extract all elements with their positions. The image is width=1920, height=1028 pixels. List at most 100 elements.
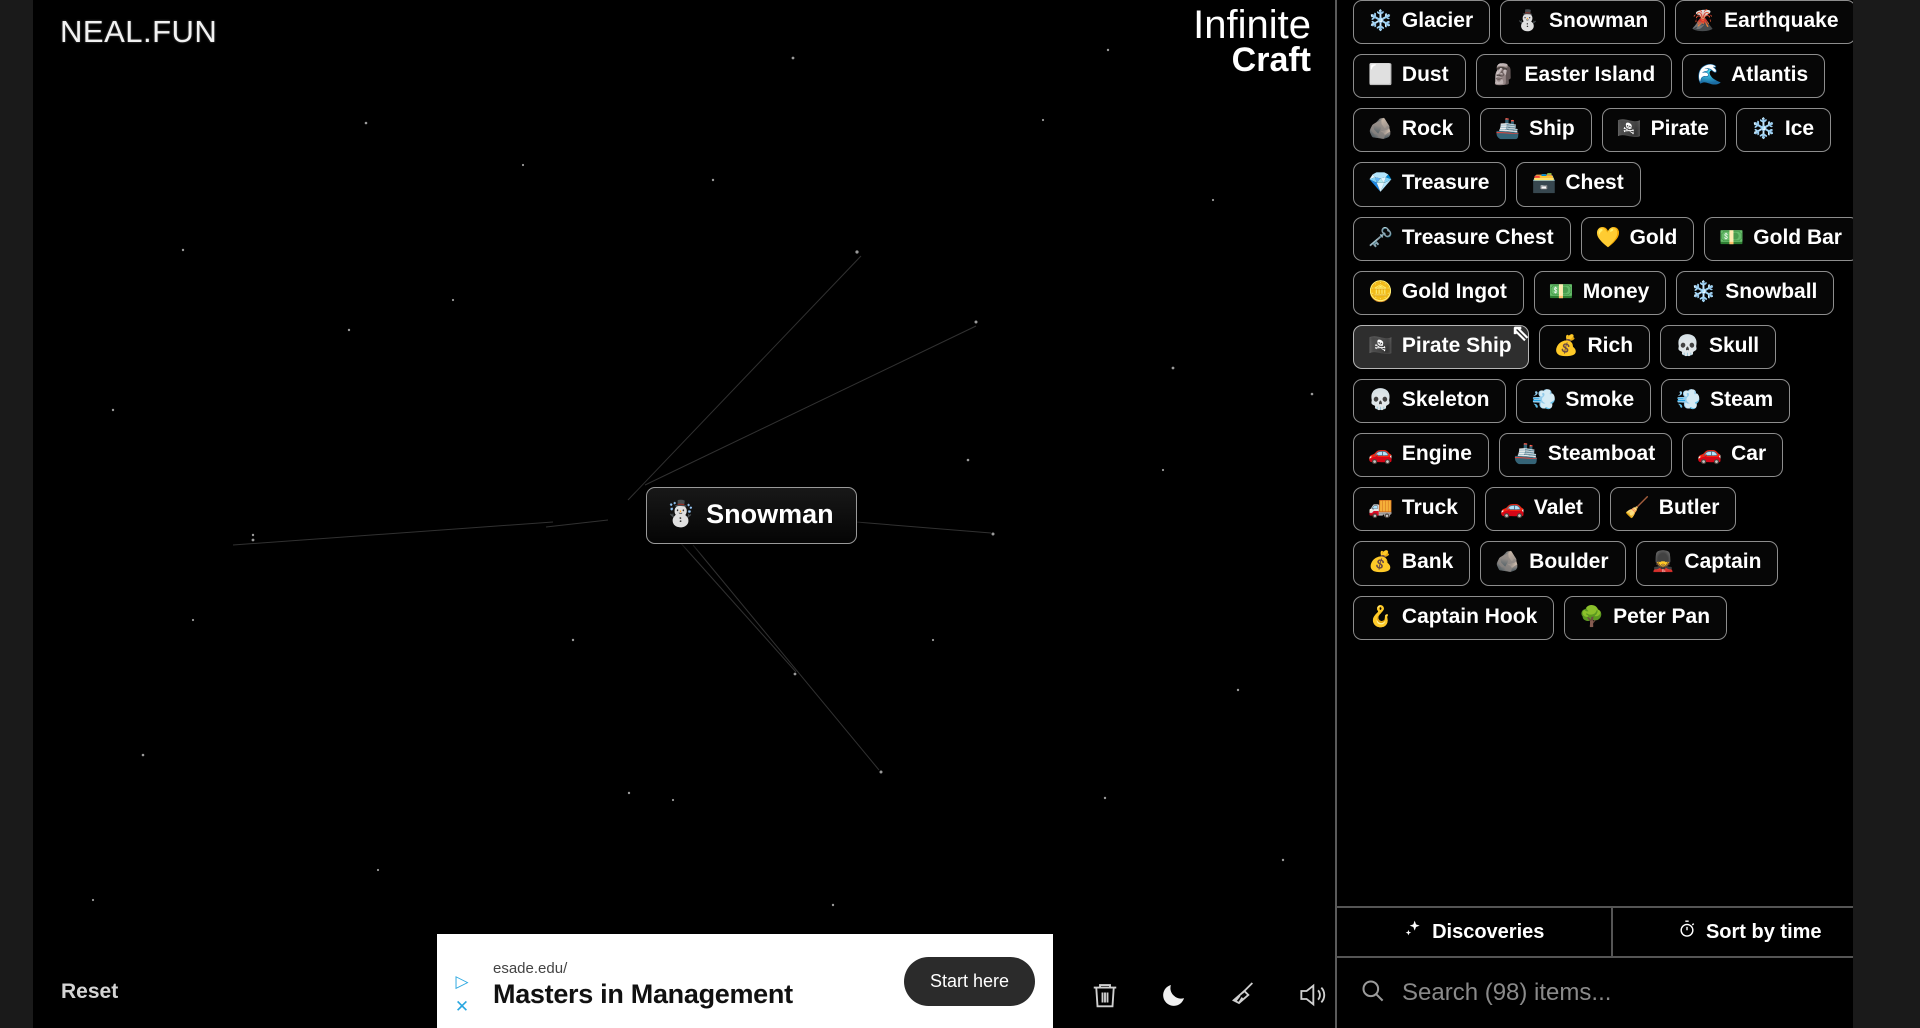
- search-bar[interactable]: Search (98) items...: [1337, 958, 1886, 1028]
- item-label: Chest: [1565, 171, 1624, 195]
- item-list-scroll-area[interactable]: ❄️ Glacier ⛄ Snowman 🌋 Earthquake ⬜ Dust 🗿 Easter…: [1337, 0, 1886, 906]
- item-chip[interactable]: 🌳 Peter Pan: [1564, 595, 1728, 640]
- item-label: Rock: [1401, 117, 1454, 141]
- canvas-node-snowman[interactable]: ☃️ Snowman: [646, 487, 857, 544]
- item-label: Steam: [1710, 387, 1774, 411]
- search-input[interactable]: Search (98) items...: [1402, 979, 1611, 1007]
- item-chip[interactable]: ⬜ Dust: [1353, 54, 1466, 99]
- item-label: Dust: [1401, 63, 1449, 87]
- item-label: Treasure: [1401, 171, 1490, 195]
- item-emoji-icon: 💰: [1368, 551, 1393, 574]
- item-chip[interactable]: 💛 Gold: [1580, 216, 1695, 261]
- item-chip[interactable]: 🚗 Engine: [1353, 433, 1489, 478]
- item-emoji-icon: 🏴‍☠️: [1616, 118, 1642, 141]
- mouse-cursor: ⇖: [1511, 319, 1530, 345]
- item-chip[interactable]: 💨 Smoke: [1516, 378, 1652, 424]
- item-chip[interactable]: 💰 Bank: [1353, 541, 1471, 586]
- item-chip[interactable]: ❄️ Snowball: [1676, 270, 1835, 315]
- item-chip[interactable]: 🌊 Atlantis: [1682, 54, 1826, 99]
- item-chip[interactable]: 💎 Treasure: [1353, 162, 1507, 207]
- ad-title: Masters in Management: [493, 979, 793, 1009]
- item-label: Snowball: [1725, 279, 1818, 303]
- item-chip[interactable]: ❄️ Ice: [1735, 108, 1832, 153]
- item-chip[interactable]: 🚗 Car: [1682, 433, 1784, 478]
- item-label: Boulder: [1529, 550, 1609, 574]
- item-chip[interactable]: 🗃️ Chest: [1516, 162, 1641, 207]
- item-chip[interactable]: 🪨 Rock: [1353, 108, 1471, 153]
- item-chip[interactable]: 💀 Skull: [1660, 324, 1777, 369]
- snowman-icon: ☃️: [665, 500, 697, 528]
- item-chip[interactable]: 🌋 Earthquake: [1675, 0, 1856, 45]
- item-chip[interactable]: 🏴‍☠️ Pirate: [1601, 108, 1726, 153]
- broom-icon[interactable]: [1226, 978, 1260, 1012]
- item-emoji-icon: 💵: [1548, 280, 1574, 303]
- item-emoji-icon: 💵: [1719, 226, 1745, 249]
- speaker-icon[interactable]: [1295, 978, 1329, 1012]
- adchoices-icon[interactable]: ▷: [455, 973, 468, 990]
- item-chip[interactable]: ⛄ Snowman: [1500, 0, 1666, 45]
- item-label: Rich: [1587, 333, 1634, 357]
- item-emoji-icon: ❄️: [1368, 10, 1393, 33]
- item-emoji-icon: 💂: [1650, 551, 1676, 574]
- item-emoji-icon: ⬜: [1368, 64, 1393, 87]
- item-chip[interactable]: 💵 Money: [1533, 270, 1667, 315]
- item-chip[interactable]: 🪨 Boulder: [1480, 541, 1626, 586]
- item-chip[interactable]: 🪝 Captain Hook: [1353, 595, 1555, 640]
- item-label: Smoke: [1565, 387, 1635, 411]
- item-label: Butler: [1658, 496, 1720, 520]
- item-chip[interactable]: 🚚 Truck: [1353, 487, 1475, 532]
- crafting-canvas[interactable]: NEAL.FUN Infinite Craft ☃️ Snowman Reset: [33, 0, 1335, 1028]
- item-emoji-icon: 🚗: [1368, 443, 1393, 466]
- sidebar: ❄️ Glacier ⛄ Snowman 🌋 Earthquake ⬜ Dust 🗿 Easter…: [1335, 0, 1886, 1028]
- tab-discoveries[interactable]: Discoveries: [1337, 908, 1611, 956]
- canvas-toolbar: [1088, 978, 1329, 1012]
- item-chip[interactable]: 🗝️ Treasure Chest: [1353, 216, 1571, 261]
- item-chip[interactable]: 🚗 Valet: [1484, 487, 1600, 532]
- ad-cta-button[interactable]: Start here: [903, 956, 1035, 1006]
- item-chip[interactable]: 🏴‍☠️ Pirate Ship ⇖: [1353, 320, 1530, 369]
- item-emoji-icon: 🚗: [1697, 443, 1723, 466]
- item-chip[interactable]: 🚢 Steamboat: [1498, 433, 1673, 478]
- ad-content: esade.edu/ Masters in Management: [487, 952, 904, 1010]
- item-chip[interactable]: 🗿 Easter Island: [1475, 54, 1673, 99]
- item-emoji-icon: 🌊: [1697, 64, 1723, 87]
- moon-icon[interactable]: [1157, 978, 1191, 1012]
- item-emoji-icon: 🪙: [1368, 280, 1393, 303]
- sparkles-icon: [1403, 919, 1423, 945]
- item-label: Skeleton: [1401, 387, 1490, 411]
- item-label: Valet: [1533, 496, 1583, 520]
- item-chip[interactable]: 💰 Rich: [1538, 324, 1651, 369]
- item-emoji-icon: 💨: [1531, 389, 1557, 412]
- item-chip[interactable]: 💀 Skeleton: [1353, 378, 1507, 424]
- item-chip[interactable]: 🚢 Ship: [1480, 108, 1592, 153]
- tab-sort-by-time[interactable]: Sort by time: [1610, 908, 1886, 956]
- item-label: Gold Ingot: [1401, 279, 1507, 303]
- game-title-line1: Infinite: [1193, 3, 1311, 47]
- item-chip[interactable]: 🪙 Gold Ingot: [1353, 270, 1524, 315]
- ad-controls: ▷ ✕: [437, 934, 487, 1028]
- item-chip[interactable]: ❄️ Glacier: [1353, 0, 1491, 45]
- item-chip[interactable]: 💨 Steam: [1661, 378, 1791, 424]
- item-label: Ice: [1784, 117, 1815, 141]
- stopwatch-icon: [1677, 919, 1697, 945]
- item-emoji-icon: 💀: [1675, 334, 1700, 357]
- reset-button[interactable]: Reset: [61, 980, 118, 1004]
- item-emoji-icon: 🧹: [1624, 497, 1650, 520]
- item-label: Captain Hook: [1401, 604, 1538, 628]
- item-chip[interactable]: 💂 Captain: [1635, 541, 1779, 586]
- item-label: Gold: [1629, 225, 1678, 249]
- neal-fun-logo[interactable]: NEAL.FUN: [60, 14, 217, 50]
- item-emoji-icon: 💨: [1676, 389, 1702, 412]
- ad-banner[interactable]: ▷ ✕ esade.edu/ Masters in Management Sta…: [437, 934, 1053, 1028]
- game-title-line2: Craft: [1231, 41, 1311, 80]
- item-emoji-icon: 🗿: [1490, 64, 1516, 87]
- ad-close-icon[interactable]: ✕: [455, 998, 469, 1015]
- item-emoji-icon: 💛: [1595, 226, 1621, 249]
- trash-icon[interactable]: [1088, 978, 1122, 1012]
- item-chip[interactable]: 🧹 Butler: [1609, 487, 1737, 532]
- tab-discoveries-label: Discoveries: [1432, 920, 1545, 943]
- item-label: Pirate Ship: [1401, 333, 1512, 357]
- item-emoji-icon: ❄️: [1691, 280, 1717, 303]
- search-icon: [1359, 977, 1386, 1009]
- item-chip[interactable]: 💵 Gold Bar: [1704, 216, 1859, 261]
